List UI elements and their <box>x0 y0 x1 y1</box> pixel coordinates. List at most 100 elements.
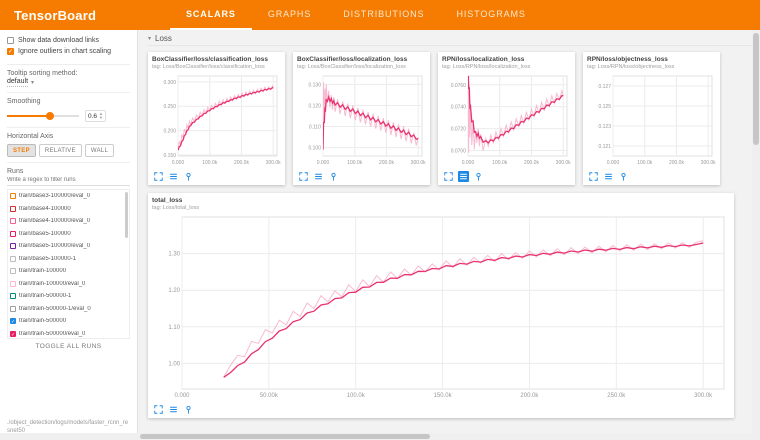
tensorboard-app: TensorBoard SCALARS GRAPHS DISTRIBUTIONS… <box>0 0 760 440</box>
tab-distributions[interactable]: DISTRIBUTIONS <box>327 0 440 30</box>
runs-selector-icon[interactable] <box>313 171 324 182</box>
app-title: TensorBoard <box>0 0 124 30</box>
run-item[interactable]: train/train-100000/eval_0 <box>8 278 129 291</box>
run-item-label: train/train-500000 <box>19 318 66 324</box>
stepper-arrows-icon[interactable]: ▲▼ <box>99 112 103 120</box>
fullscreen-icon[interactable] <box>153 171 164 182</box>
run-item[interactable]: train/base5-100000 <box>8 228 129 241</box>
chevron-down-icon: ▾ <box>148 35 151 42</box>
run-item[interactable]: train/base5-100000-1 <box>8 253 129 266</box>
pin-icon[interactable] <box>618 171 629 182</box>
axis-step-button[interactable]: STEP <box>7 144 36 157</box>
run-item[interactable]: train/train-500000-1/eval_0 <box>8 303 129 316</box>
svg-text:0.125: 0.125 <box>598 104 611 110</box>
svg-text:200.0k: 200.0k <box>234 160 250 166</box>
run-checkbox[interactable] <box>10 293 16 299</box>
pin-icon[interactable] <box>183 404 194 415</box>
run-checkbox[interactable] <box>10 256 16 262</box>
runs-section: Runs train/base3-100000/eval_0train/base… <box>7 162 130 352</box>
svg-text:0.120: 0.120 <box>308 103 321 109</box>
run-item-label: train/base4-100000 <box>19 206 71 212</box>
run-item-label: train/base4-100000/eval_0 <box>19 218 90 224</box>
fullscreen-icon[interactable] <box>153 404 164 415</box>
show-download-links-checkbox[interactable]: Show data download links <box>7 37 130 44</box>
run-checkbox[interactable] <box>10 306 16 312</box>
rpn-objectness-loss-chart[interactable]: 0.1210.1230.1250.1270.000100.0k200.0k300… <box>587 72 716 168</box>
vertical-scrollbar[interactable] <box>752 30 760 440</box>
run-checkbox[interactable] <box>10 193 16 199</box>
axis-wall-button[interactable]: WALL <box>85 144 114 157</box>
run-item[interactable]: train/base4-100000 <box>8 203 129 216</box>
run-item[interactable]: train/base3-100000/eval_0 <box>8 190 129 203</box>
run-checkbox[interactable] <box>10 231 16 237</box>
runs-selector-icon[interactable] <box>168 404 179 415</box>
ignore-outliers-checkbox[interactable]: ✓ Ignore outliers in chart scaling <box>7 48 130 55</box>
horizontal-scrollbar-thumb[interactable] <box>140 434 430 439</box>
chart-tag: tag: Loss/total_loss <box>152 205 730 211</box>
run-checkbox[interactable] <box>10 268 16 274</box>
chart-title: total_loss <box>152 197 730 204</box>
pin-icon[interactable] <box>328 171 339 182</box>
runs-selector-icon[interactable] <box>168 171 179 182</box>
tooltip-sorting-dropdown[interactable]: default <box>7 78 28 87</box>
run-checkbox[interactable] <box>10 206 16 212</box>
toggle-all-runs-button[interactable]: TOGGLE ALL RUNS <box>7 339 130 352</box>
runs-list-scrollbar[interactable] <box>125 192 128 238</box>
run-checkbox[interactable] <box>10 281 16 287</box>
run-item[interactable]: ✓train/train-500000 <box>8 315 129 328</box>
run-item-label: train/train-500000-1 <box>19 293 71 299</box>
runs-filter-input[interactable] <box>7 175 130 186</box>
fullscreen-icon[interactable] <box>298 171 309 182</box>
run-checkbox[interactable] <box>10 243 16 249</box>
sidebar: Show data download links ✓ Ignore outlie… <box>0 30 138 440</box>
chart-tag: tag: Loss/RPN/loss/objectness_loss <box>587 64 716 70</box>
run-item[interactable]: train/train-500000-1 <box>8 290 129 303</box>
checkbox-label: Ignore outliers in chart scaling <box>18 48 111 55</box>
run-item-label: train/base5-100000-1 <box>19 256 76 262</box>
pin-icon[interactable] <box>183 171 194 182</box>
svg-text:300.0k: 300.0k <box>556 160 571 166</box>
smoothing-value-stepper[interactable]: 0.6 ▲▼ <box>85 110 106 122</box>
card-actions <box>297 168 426 184</box>
rpn-localization-loss-chart[interactable]: 0.07000.07200.07400.07600.000100.0k200.0… <box>442 72 571 168</box>
fullscreen-icon[interactable] <box>443 171 454 182</box>
horizontal-scrollbar[interactable] <box>0 433 752 440</box>
svg-text:200.0k: 200.0k <box>669 160 685 166</box>
card-actions <box>587 168 716 184</box>
run-checkbox[interactable] <box>10 218 16 224</box>
category-header-loss[interactable]: ▾ Loss <box>148 32 754 46</box>
smoothing-slider[interactable] <box>7 115 79 117</box>
pin-icon[interactable] <box>473 171 484 182</box>
run-item[interactable]: train/base5-100000/eval_0 <box>8 240 129 253</box>
vertical-scrollbar-thumb[interactable] <box>753 33 759 145</box>
run-item[interactable]: ✓train/train-500000/eval_0 <box>8 328 129 340</box>
svg-text:0.000: 0.000 <box>172 160 185 166</box>
tab-graphs[interactable]: GRAPHS <box>252 0 327 30</box>
chart-title: RPN/loss/objectness_loss <box>587 56 716 63</box>
tab-histograms[interactable]: HISTOGRAMS <box>440 0 541 30</box>
svg-text:1.30: 1.30 <box>168 252 180 258</box>
nav-tabs: SCALARS GRAPHS DISTRIBUTIONS HISTOGRAMS <box>170 0 542 30</box>
box-localization-loss-chart[interactable]: 0.1000.1100.1200.1300.000100.0k200.0k300… <box>297 72 426 168</box>
axis-relative-button[interactable]: RELATIVE <box>39 144 82 157</box>
smoothing-section: Smoothing 0.6 ▲▼ <box>7 92 130 122</box>
slider-thumb[interactable] <box>46 112 54 120</box>
runs-selector-icon[interactable] <box>458 171 469 182</box>
tab-scalars[interactable]: SCALARS <box>170 0 252 30</box>
run-item-label: train/train-100000 <box>19 268 66 274</box>
slider-fill <box>7 115 50 117</box>
svg-text:0.121: 0.121 <box>598 144 611 150</box>
run-item[interactable]: train/base4-100000/eval_0 <box>8 215 129 228</box>
svg-text:250.0k: 250.0k <box>607 393 626 399</box>
run-checkbox[interactable]: ✓ <box>10 331 16 337</box>
card-actions <box>152 401 730 417</box>
run-checkbox[interactable]: ✓ <box>10 318 16 324</box>
run-item-label: train/base3-100000/eval_0 <box>19 193 90 199</box>
checkbox-icon <box>7 37 14 44</box>
run-item[interactable]: train/train-100000 <box>8 265 129 278</box>
classification-loss-chart[interactable]: 0.1500.2000.2500.3000.000100.0k200.0k300… <box>152 72 281 168</box>
runs-selector-icon[interactable] <box>603 171 614 182</box>
run-item-label: train/base5-100000/eval_0 <box>19 243 90 249</box>
fullscreen-icon[interactable] <box>588 171 599 182</box>
total-loss-chart[interactable]: 1.001.101.201.300.00050.00k100.0k150.0k2… <box>152 213 728 401</box>
